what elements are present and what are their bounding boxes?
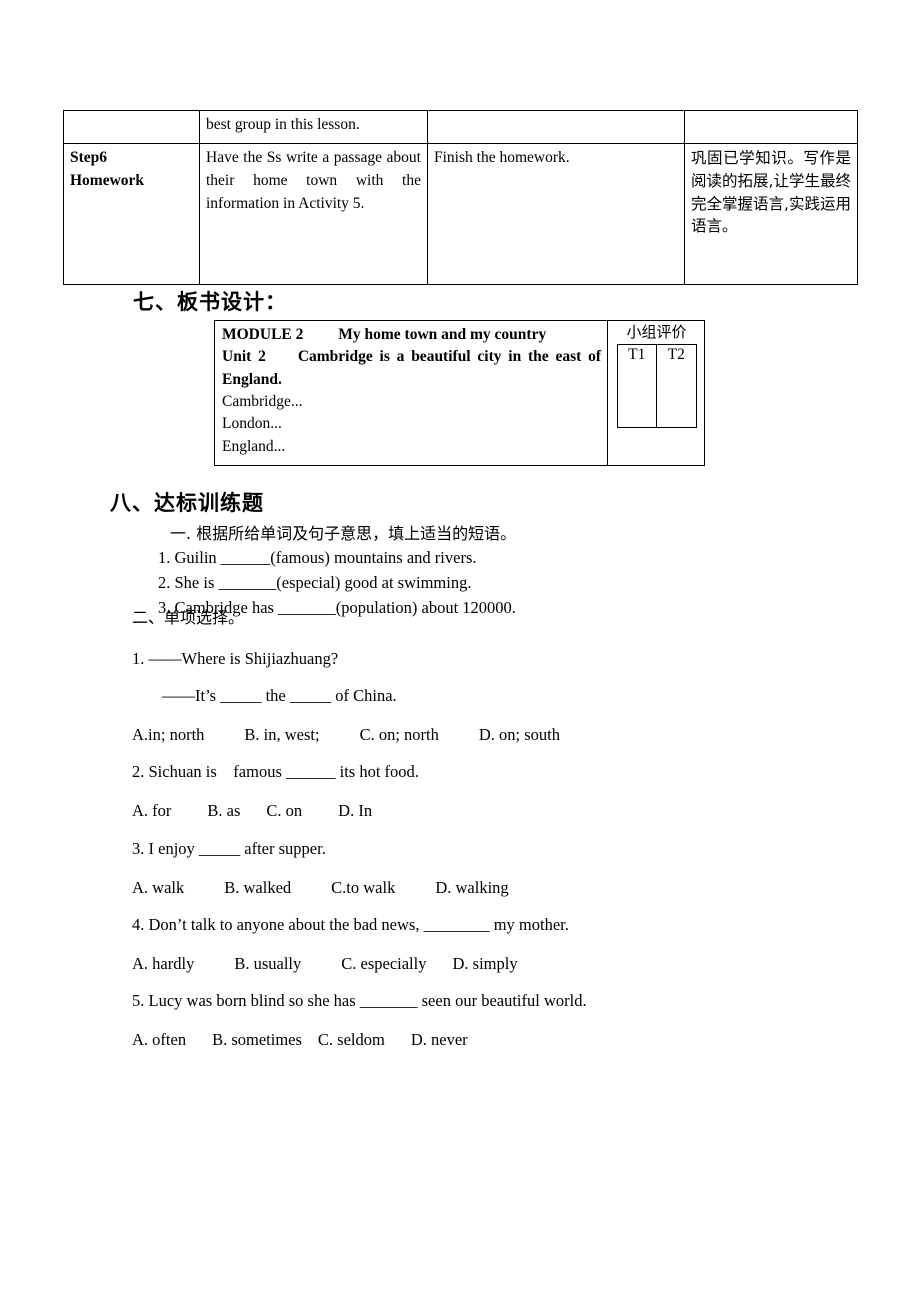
step-label-line1: Step6 [70,149,108,166]
question-stem: 2. Sichuan is famous ______ its hot food… [132,762,419,782]
section-eight-heading: 八、达标训练题 [110,491,264,515]
option-b[interactable]: B. in, west; [244,725,319,744]
option-c[interactable]: C.to walk [331,878,395,897]
option-c[interactable]: C. seldom [318,1030,385,1049]
question-stem-continuation: ——It’s _____ the _____ of China. [162,685,397,705]
option-d[interactable]: D. never [411,1030,468,1049]
option-b[interactable]: B. sometimes [212,1030,302,1049]
option-d[interactable]: D. In [338,801,372,820]
question-options: A. for B. as C. on D. In [132,802,872,820]
blackboard-main-panel: MODULE 2 My home town and my country Uni… [215,321,608,465]
blackboard-point-london: London... [222,415,282,433]
blackboard-point-england: England... [222,437,286,455]
question-stem: 4. Don’t talk to anyone about the bad ne… [132,914,569,934]
option-c[interactable]: C. on [266,801,302,820]
group-evaluation-title: 小组评价 [626,323,687,341]
cell-step-homework: Step6 Homework [63,143,200,285]
cell-design-homework: 巩固已学知识。写作是阅读的拓展,让学生最终完全掌握语言,实践运用语言。 [684,143,858,285]
part-one-heading: 一. 根据所给单词及句子意思，填上适当的短语。 [170,524,517,543]
question-stem: 5. Lucy was born blind so she has ______… [132,991,587,1011]
question-options: A. walk B. walked C.to walk D. walking [132,878,872,897]
blackboard-point-cambridge: Cambridge... [222,392,303,410]
blackboard-module-title: MODULE 2 My home town and my country [222,326,547,343]
cell-teaching-homework: Have the Ss write a passage about their … [199,143,428,285]
option-b[interactable]: B. as [207,801,240,820]
part-one-item: 1. Guilin ______(famous) mountains and r… [158,548,477,567]
exercise-part-two: 二、单项选择。 1. ——Where is Shijiazhuang? ——It… [132,606,872,1049]
option-d[interactable]: D. simply [452,954,517,973]
table-row: Step6 Homework Have the Ss write a passa… [63,143,858,285]
part-two-heading: 二、单项选择。 [132,608,245,627]
lesson-plan-table: best group in this lesson. Step6 Homewor… [63,110,858,285]
cell-learning-empty [427,110,685,144]
option-c[interactable]: C. on; north [360,725,439,744]
option-d[interactable]: D. walking [435,878,508,897]
option-b[interactable]: B. usually [234,954,301,973]
cell-teaching-continued: best group in this lesson. [199,110,428,144]
eval-cell-t1: T1 [616,343,657,428]
cell-step-empty [63,110,200,144]
question-options: A.in; north B. in, west; C. on; north D. on… [132,726,872,744]
section-seven-heading: 七、板书设计： [133,290,287,314]
cell-learning-homework: Finish the homework. [427,143,685,285]
option-b[interactable]: B. walked [224,878,291,897]
question-options: A. hardly B. usually C. especially D. simpl… [132,954,872,973]
option-d[interactable]: D. on; south [479,725,560,744]
group-evaluation-table: T1 T2 [616,343,697,428]
table-row: T1 T2 [616,343,697,428]
option-a[interactable]: A. often [132,1030,186,1049]
option-a[interactable]: A. hardly [132,954,194,973]
cell-design-empty [684,110,858,144]
option-a[interactable]: A. walk [132,878,184,897]
question-options: A. often B. sometimes C. seldom D. never [132,1031,872,1049]
option-a[interactable]: A.in; north [132,725,204,744]
table-row: best group in this lesson. [63,110,858,144]
option-c[interactable]: C. especially [341,954,426,973]
step-label-line2: Homework [70,171,145,189]
blackboard-unit-title: Unit 2 Cambridge is a beautiful city in … [222,348,601,388]
blackboard-design-box: MODULE 2 My home town and my country Uni… [214,320,705,466]
option-a[interactable]: A. for [132,801,171,820]
question-stem: 1. ——Where is Shijiazhuang? [132,648,339,668]
eval-cell-t2: T2 [656,343,697,428]
part-one-item: 2. She is _______(especial) good at swim… [158,572,472,592]
question-stem: 3. I enjoy _____ after supper. [132,838,326,858]
blackboard-evaluation-panel: 小组评价 T1 T2 [608,321,704,465]
